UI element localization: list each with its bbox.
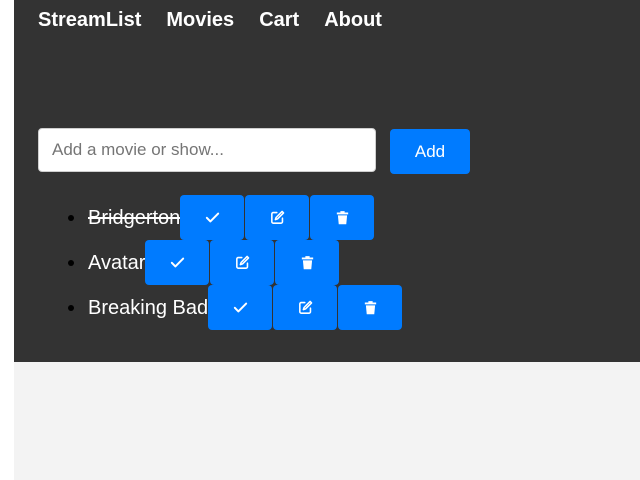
add-button[interactable]: Add xyxy=(390,129,470,174)
edit-button[interactable] xyxy=(245,195,309,240)
delete-button[interactable] xyxy=(338,285,402,330)
bullet xyxy=(68,304,74,311)
check-icon xyxy=(205,212,219,223)
bullet xyxy=(68,259,74,266)
item-actions xyxy=(145,240,339,285)
item-title: Breaking Bad xyxy=(88,296,209,319)
nav-link-about[interactable]: About xyxy=(324,8,382,32)
trash-icon xyxy=(336,211,348,225)
edit-button[interactable] xyxy=(273,285,337,330)
main-panel: StreamList Movies Cart About Add Bridger… xyxy=(14,0,640,362)
item-actions xyxy=(208,285,402,330)
item-title: Bridgerton xyxy=(88,206,181,229)
edit-icon xyxy=(298,300,312,314)
delete-button[interactable] xyxy=(275,240,339,285)
complete-button[interactable] xyxy=(180,195,244,240)
nav-link-movies[interactable]: Movies xyxy=(166,8,234,32)
edit-button[interactable] xyxy=(210,240,274,285)
add-item-input[interactable] xyxy=(38,128,376,172)
edit-icon xyxy=(235,255,249,269)
check-icon xyxy=(170,257,184,268)
bullet xyxy=(68,214,74,221)
check-icon xyxy=(233,302,247,313)
delete-button[interactable] xyxy=(310,195,374,240)
trash-icon xyxy=(301,256,313,270)
nav-link-cart[interactable]: Cart xyxy=(259,8,299,32)
trash-icon xyxy=(364,301,376,315)
complete-button[interactable] xyxy=(208,285,272,330)
edit-icon xyxy=(270,210,284,224)
nav-link-streamlist[interactable]: StreamList xyxy=(38,8,141,32)
top-nav: StreamList Movies Cart About xyxy=(38,8,382,32)
app-root: StreamList Movies Cart About Add Bridger… xyxy=(14,0,640,480)
item-title: Avatar xyxy=(88,251,146,274)
item-actions xyxy=(180,195,374,240)
complete-button[interactable] xyxy=(145,240,209,285)
